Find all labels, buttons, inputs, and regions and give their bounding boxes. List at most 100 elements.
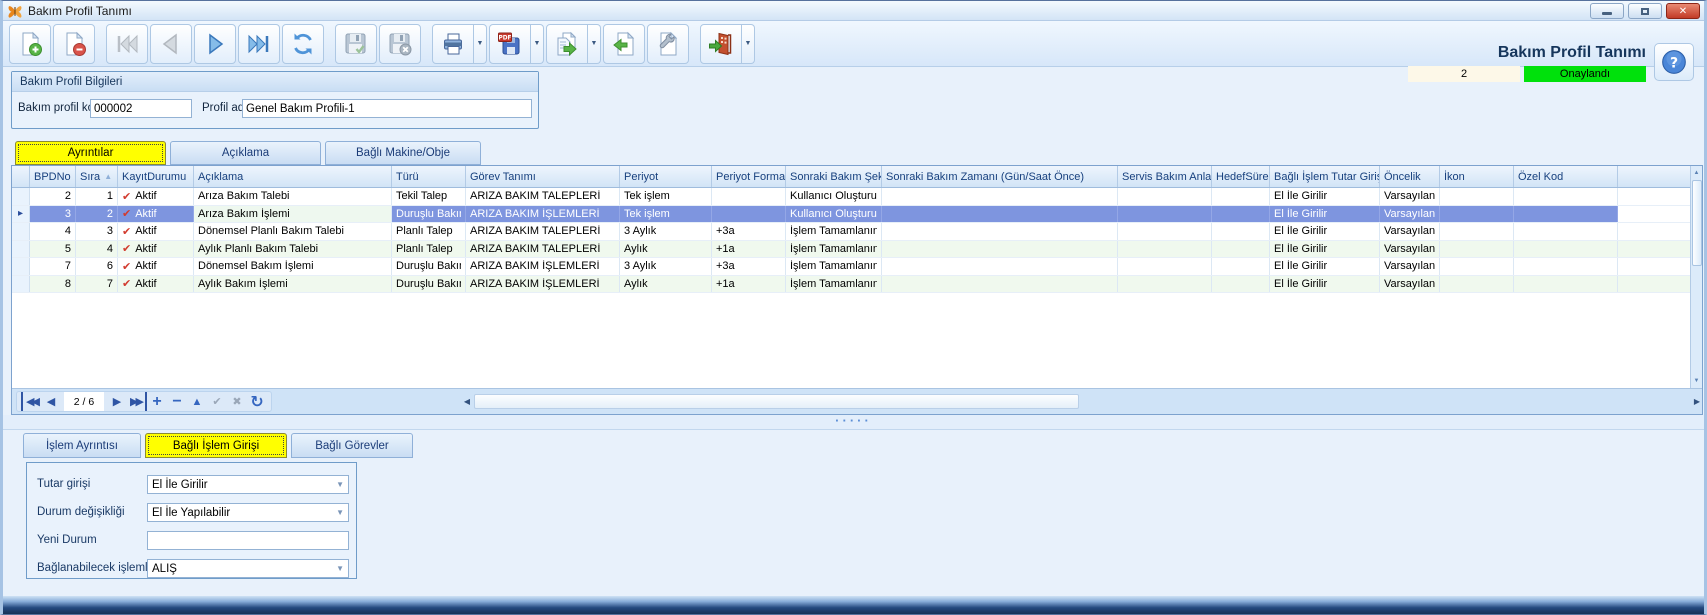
cell[interactable] [1212,206,1270,223]
tab-ayrıntılar[interactable]: Ayrıntılar [15,141,166,165]
column-header[interactable]: Periyot Formatı [712,166,786,187]
cell[interactable]: El İle Girilir [1270,276,1380,293]
nav-cancel-button[interactable]: ✖ [227,392,247,411]
refresh-button[interactable] [282,24,324,64]
cell[interactable]: Dönemsel Bakım İşlemi [194,258,392,275]
cell[interactable]: 3 [76,223,118,240]
table-row[interactable]: 43✔AktifDönemsel Planlı Bakım TalebiPlan… [12,223,1702,241]
scroll-down-icon[interactable]: ▼ [1691,374,1702,388]
cell[interactable]: Varsayılan [1380,188,1440,205]
cell[interactable] [1514,276,1618,293]
row-selector[interactable] [12,188,30,205]
vertical-scroll-thumb[interactable] [1692,180,1702,266]
cell[interactable] [1118,258,1212,275]
cell[interactable]: Arıza Bakım İşlemi [194,206,392,223]
tab-bağlı-görevler[interactable]: Bağlı Görevler [291,433,413,458]
cell[interactable] [1118,241,1212,258]
cell[interactable] [1212,276,1270,293]
cell[interactable] [712,206,786,223]
cell[interactable]: Arıza Bakım Talebi [194,188,392,205]
column-header[interactable]: Sıra▲ [76,166,118,187]
cell[interactable]: 5 [30,241,76,258]
table-row[interactable]: ▸32✔AktifArıza Bakım İşlemiDuruşlu Bakım… [12,206,1702,224]
row-selector[interactable] [12,223,30,240]
cell[interactable] [882,276,1118,293]
copy-record-button[interactable] [546,24,588,64]
vertical-scrollbar[interactable]: ▲ ▼ [1690,166,1702,388]
cell[interactable]: Varsayılan [1380,223,1440,240]
cell[interactable]: Varsayılan [1380,206,1440,223]
cell[interactable]: El İle Girilir [1270,223,1380,240]
cell[interactable] [1440,206,1514,223]
cell[interactable]: 4 [76,241,118,258]
cell[interactable]: 2 [30,188,76,205]
cell[interactable]: 3 Aylık [620,223,712,240]
cell[interactable]: El İle Girilir [1270,241,1380,258]
table-row[interactable]: 87✔AktifAylık Bakım İşlemiDuruşlu BakımA… [12,276,1702,294]
status-change-select[interactable]: El İle Yapılabilir▼ [147,503,349,522]
nav-refresh-button[interactable]: ↻ [247,392,267,411]
cell[interactable]: Kullanıcı Oluşturur [786,188,882,205]
next-record-button[interactable] [194,24,236,64]
cell[interactable] [1514,223,1618,240]
cell[interactable]: Duruşlu Bakım [392,206,466,223]
cell[interactable]: ARIZA BAKIM TALEPLERİ [466,241,620,258]
exit-dropdown[interactable]: ▼ [742,24,755,64]
cell[interactable] [1118,188,1212,205]
cell[interactable] [1514,241,1618,258]
cell[interactable]: 6 [76,258,118,275]
cell[interactable]: ARIZA BAKIM TALEPLERİ [466,188,620,205]
cell[interactable] [1440,258,1514,275]
cell[interactable]: 3 [30,206,76,223]
column-header[interactable]: BPDNo [30,166,76,187]
cell[interactable]: 7 [30,258,76,275]
tab-bağlı-makine/obje[interactable]: Bağlı Makine/Obje [325,141,481,165]
column-header[interactable]: Özel Kod [1514,166,1618,187]
column-header[interactable]: Görev Tanımı [466,166,620,187]
cell[interactable]: Duruşlu Bakım [392,258,466,275]
cell[interactable]: +3a [712,258,786,275]
nav-prev-button[interactable]: ◀ [41,392,61,411]
cell[interactable]: +1a [712,276,786,293]
cell[interactable] [1212,188,1270,205]
last-record-button[interactable] [238,24,280,64]
row-selector[interactable] [12,276,30,293]
cell[interactable] [882,258,1118,275]
cell[interactable]: Kullanıcı Oluşturur [786,206,882,223]
cell[interactable] [882,241,1118,258]
profile-name-input[interactable] [242,99,532,118]
save-cancel-button[interactable] [379,24,421,64]
cell[interactable]: 2 [76,206,118,223]
cell[interactable]: İşlem Tamamlanınca [786,241,882,258]
cell[interactable]: ✔Aktif [118,206,194,223]
print-dropdown[interactable]: ▼ [474,24,487,64]
cell[interactable]: ARIZA BAKIM İŞLEMLERİ [466,206,620,223]
scroll-right-icon[interactable]: ▶ [1694,397,1700,406]
import-record-button[interactable] [603,24,645,64]
cell[interactable]: 3 Aylık [620,258,712,275]
cell[interactable]: 8 [30,276,76,293]
cell[interactable]: Tek işlem [620,188,712,205]
column-header[interactable]: Sonraki Bakım Zamanı (Gün/Saat Önce) [882,166,1118,187]
cell[interactable]: İşlem Tamamlanınca [786,258,882,275]
cell[interactable]: Aylık Planlı Bakım Talebi [194,241,392,258]
cell[interactable]: İşlem Tamamlanınca [786,223,882,240]
save-button[interactable] [335,24,377,64]
nav-delete-button[interactable]: − [167,392,187,411]
cell[interactable]: İşlem Tamamlanınca [786,276,882,293]
column-header[interactable]: Periyot [620,166,712,187]
row-selector[interactable]: ▸ [12,206,30,223]
cell[interactable]: Dönemsel Planlı Bakım Talebi [194,223,392,240]
cell[interactable] [1212,223,1270,240]
cell[interactable]: ✔Aktif [118,188,194,205]
cell[interactable]: 4 [30,223,76,240]
column-header[interactable]: İkon [1440,166,1514,187]
nav-append-button[interactable]: + [147,392,167,411]
nav-next-button[interactable]: ▶ [107,392,127,411]
row-selector[interactable] [12,241,30,258]
cell[interactable]: Aylık Bakım İşlemi [194,276,392,293]
cell[interactable]: +3a [712,223,786,240]
profile-code-input[interactable] [90,99,192,118]
column-header[interactable]: Bağlı İşlem Tutar Girişi [1270,166,1380,187]
horizontal-scroll-thumb[interactable] [474,394,1079,409]
